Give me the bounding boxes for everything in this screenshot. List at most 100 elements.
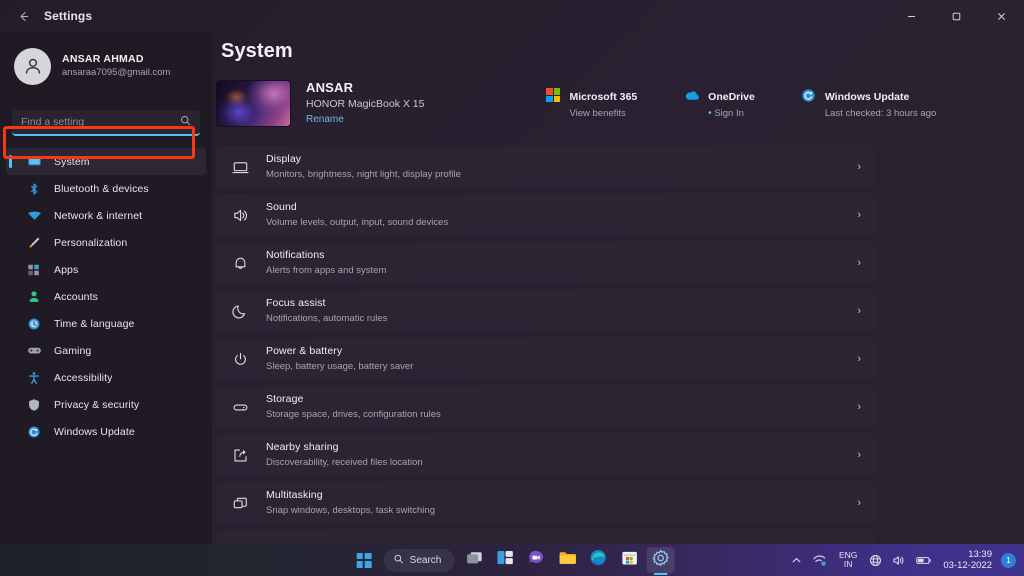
row-title: Storage (266, 393, 441, 407)
chat-button[interactable] (522, 547, 550, 573)
paintbrush-icon (26, 235, 42, 251)
system-tray: ENG IN (786, 544, 1024, 576)
row-subtitle: Sleep, battery usage, battery saver (266, 361, 413, 373)
taskbar-search-button[interactable]: Search (384, 549, 455, 572)
volume-icon[interactable] (887, 544, 911, 576)
settings-row-storage[interactable]: Storage Storage space, drives, configura… (216, 386, 877, 428)
folder-icon (558, 550, 576, 570)
edge-browser-icon (590, 549, 607, 571)
language-indicator[interactable]: ENG IN (832, 551, 864, 569)
clock-date: 03-12-2022 (943, 560, 992, 571)
onedrive-link[interactable]: OneDrive • Sign In (684, 85, 755, 121)
sidebar: ANSAR AHMAD ansaraa7095@gmail.com System (0, 32, 212, 544)
network-icon[interactable] (807, 544, 832, 576)
settings-row-sound[interactable]: Sound Volume levels, output, input, soun… (216, 194, 877, 236)
file-explorer-button[interactable] (553, 547, 581, 573)
sidebar-item-accounts[interactable]: Accounts (6, 283, 206, 310)
row-title: Display (266, 153, 461, 167)
windows-update-link[interactable]: Windows Update Last checked: 3 hours ago (801, 85, 936, 120)
taskbar-buttons: Search (350, 547, 675, 573)
service-subtitle-text: Sign In (714, 108, 744, 119)
settings-row-display[interactable]: Display Monitors, brightness, night ligh… (216, 146, 877, 188)
globe-icon[interactable] (864, 544, 887, 576)
tray-expand-chevron-icon[interactable] (786, 544, 807, 576)
notification-badge[interactable]: 1 (1001, 553, 1016, 568)
row-title: Focus assist (266, 297, 387, 311)
service-subtitle: View benefits (569, 108, 637, 121)
sidebar-item-privacy-security[interactable]: Privacy & security (6, 391, 206, 418)
chevron-right-icon: › (857, 161, 861, 173)
settings-row-nearby-sharing[interactable]: Nearby sharing Discoverability, received… (216, 434, 877, 476)
sidebar-item-label: Personalization (54, 237, 127, 249)
row-title: Multitasking (266, 489, 435, 503)
settings-row-power-battery[interactable]: Power & battery Sleep, battery usage, ba… (216, 338, 877, 380)
search-input[interactable] (21, 116, 176, 128)
profile-name: ANSAR AHMAD (62, 53, 170, 67)
row-subtitle: Storage space, drives, configuration rul… (266, 409, 441, 421)
sidebar-item-system[interactable]: System (6, 148, 206, 175)
task-view-button[interactable] (460, 547, 488, 573)
window-title: Settings (44, 9, 92, 23)
storage-drive-icon (230, 397, 250, 417)
search-icon (180, 115, 191, 129)
settings-window: Settings ANSAR AHMAD ansaraa (0, 0, 1024, 576)
row-subtitle: Volume levels, output, input, sound devi… (266, 217, 448, 229)
moon-icon (230, 301, 250, 321)
widgets-button[interactable] (491, 547, 519, 573)
sidebar-item-bluetooth-devices[interactable]: Bluetooth & devices (6, 175, 206, 202)
gamepad-icon (26, 343, 42, 359)
sidebar-item-accessibility[interactable]: Accessibility (6, 364, 206, 391)
microsoft-logo-icon (545, 87, 561, 103)
clock-datetime[interactable]: 13:39 03-12-2022 (937, 549, 1000, 572)
edge-button[interactable] (584, 547, 612, 573)
back-arrow-icon[interactable] (8, 1, 38, 31)
store-button[interactable] (615, 547, 643, 573)
sidebar-item-time-language[interactable]: Time & language (6, 310, 206, 337)
wifi-icon (26, 208, 42, 224)
system-monitor-icon (26, 154, 42, 170)
sidebar-item-network-internet[interactable]: Network & internet (6, 202, 206, 229)
settings-row-partial[interactable] (216, 530, 877, 544)
sidebar-nav: System Bluetooth & devices Network & int… (0, 148, 212, 445)
sidebar-item-label: Privacy & security (54, 399, 139, 411)
sidebar-item-personalization[interactable]: Personalization (6, 229, 206, 256)
row-subtitle: Monitors, brightness, night light, displ… (266, 169, 461, 181)
user-profile[interactable]: ANSAR AHMAD ansaraa7095@gmail.com (0, 32, 212, 92)
sidebar-item-label: System (54, 156, 90, 168)
chevron-right-icon: › (857, 257, 861, 269)
status-dot-icon: • (708, 108, 712, 119)
microsoft-store-icon (621, 550, 637, 571)
service-title: Windows Update (825, 91, 910, 103)
battery-icon[interactable] (911, 544, 937, 576)
settings-row-multitasking[interactable]: Multitasking Snap windows, desktops, tas… (216, 482, 877, 524)
window-controls (889, 0, 1024, 32)
row-title: Power & battery (266, 345, 413, 359)
service-links: Microsoft 365 View benefits OneDrive • (545, 85, 936, 121)
close-button[interactable] (979, 0, 1024, 32)
service-title: Microsoft 365 (569, 91, 637, 103)
sidebar-item-apps[interactable]: Apps (6, 256, 206, 283)
settings-row-focus-assist[interactable]: Focus assist Notifications, automatic ru… (216, 290, 877, 332)
main-content: System ANSAR HONOR MagicBook X 15 Rename… (212, 32, 1024, 544)
update-refresh-icon (801, 87, 817, 103)
search-box[interactable] (12, 110, 200, 136)
windows-start-icon (356, 553, 371, 568)
row-title: Nearby sharing (266, 441, 423, 455)
task-view-icon (465, 550, 483, 571)
maximize-button[interactable] (934, 0, 979, 32)
microsoft-365-link[interactable]: Microsoft 365 View benefits (545, 85, 637, 120)
start-button[interactable] (350, 547, 378, 573)
update-refresh-icon (26, 424, 42, 440)
sidebar-item-windows-update[interactable]: Windows Update (6, 418, 206, 445)
minimize-button[interactable] (889, 0, 934, 32)
rename-link[interactable]: Rename (306, 114, 424, 127)
settings-button[interactable] (646, 547, 674, 573)
row-title: Notifications (266, 249, 386, 263)
settings-gear-icon (651, 549, 669, 572)
chevron-right-icon: › (857, 497, 861, 509)
profile-email: ansaraa7095@gmail.com (62, 67, 170, 79)
sidebar-item-gaming[interactable]: Gaming (6, 337, 206, 364)
settings-row-notifications[interactable]: Notifications Alerts from apps and syste… (216, 242, 877, 284)
widgets-icon (497, 550, 514, 570)
user-avatar-icon (14, 48, 51, 85)
